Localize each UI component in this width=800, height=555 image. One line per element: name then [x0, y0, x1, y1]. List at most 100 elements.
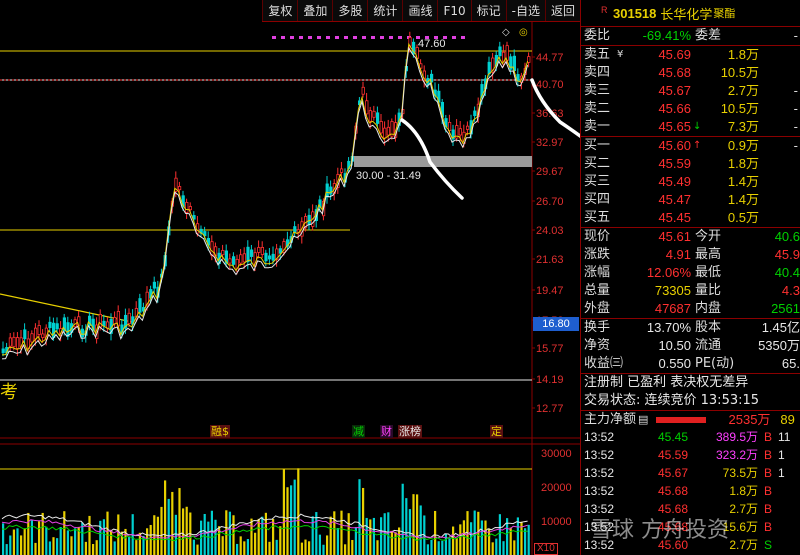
- volume-bar: [45, 526, 48, 555]
- toolbar-button-7[interactable]: -自选: [505, 0, 545, 21]
- tick-row[interactable]: 13:52 45.68 2.7万 B: [581, 500, 800, 518]
- main-flow-row[interactable]: 主力净额 ▤ 2535万 89: [581, 410, 800, 428]
- buy_orders-row: 买四 45.47 1.4万: [581, 191, 800, 209]
- top-marker: [344, 36, 348, 39]
- candle-body: [379, 120, 383, 134]
- event-tag[interactable]: 减: [352, 425, 365, 438]
- toolbar-button-3[interactable]: 统计: [367, 0, 402, 21]
- volume-bar: [59, 527, 62, 555]
- volume-bar: [207, 521, 210, 555]
- diamond-icon[interactable]: ◇: [502, 27, 510, 38]
- event-tag[interactable]: 定: [490, 425, 503, 438]
- sell_orders-row: 卖三 45.67 2.7万 -: [581, 82, 800, 100]
- stock-name: 长华化学: [660, 7, 713, 23]
- sell_orders-price: 45.68: [613, 64, 691, 82]
- tick-row[interactable]: 13:52 45.68 15.6万 B: [581, 518, 800, 536]
- sell_orders-price-text: 45.66: [658, 101, 691, 116]
- sell_orders-price-text: 45.68: [658, 65, 691, 80]
- candle-body: [102, 320, 106, 327]
- volume-bar: [380, 517, 383, 555]
- sell_orders-row: 卖四 45.68 10.5万: [581, 64, 800, 82]
- price-chart[interactable]: 44.7740.7036.6332.9729.6726.7024.0321.63…: [0, 22, 580, 443]
- stat-label: PE(动): [695, 356, 735, 371]
- stat-value: 40.6: [774, 229, 800, 244]
- commission-diff-label: 委差: [695, 28, 722, 43]
- stat-label: 外盘: [584, 301, 611, 316]
- tick-volume: 2.7万: [729, 538, 758, 552]
- tick-row[interactable]: 13:52 45.67 73.5万 B 1: [581, 464, 800, 482]
- tick-side: B: [763, 484, 772, 498]
- tick-price: 45.60: [657, 538, 688, 552]
- candle-body: [41, 333, 45, 338]
- tick-volume: 1.8万: [729, 484, 758, 498]
- stat-value: 12.06%: [646, 265, 691, 280]
- stat-label: 涨跌: [584, 247, 611, 262]
- volume-bar: [484, 520, 487, 555]
- buy_orders-label: 买二: [584, 156, 611, 171]
- toolbar-button-8[interactable]: 返回: [544, 0, 580, 21]
- volume-bar: [293, 479, 296, 555]
- toolbar-button-5[interactable]: F10: [437, 0, 470, 21]
- volume-bar: [365, 517, 368, 555]
- left-edge-text: 考: [0, 382, 18, 403]
- tick-row[interactable]: 13:52 45.59 323.2万 B 1: [581, 446, 800, 464]
- event-tag[interactable]: 融$: [210, 425, 230, 438]
- buy_orders-label: 买三: [584, 174, 611, 189]
- tick-time: 13:52: [584, 430, 615, 444]
- toolbar-button-0[interactable]: 复权: [262, 0, 297, 21]
- stat-row: 外盘 47687 内盘 2561: [581, 300, 800, 318]
- event-tag[interactable]: 财: [380, 425, 393, 438]
- top-marker: [389, 36, 393, 39]
- stat-value: 13.70%: [646, 320, 691, 335]
- candle-body: [106, 321, 110, 329]
- buy_orders-row: 买一 45.60 ↑ 0.9万 -: [581, 137, 800, 155]
- volume-bar: [282, 468, 285, 555]
- volume-chart[interactable]: 30000 20000 10000: [0, 443, 580, 555]
- volume-bar: [452, 526, 455, 555]
- tick-row[interactable]: 13:52 45.68 1.8万 B: [581, 482, 800, 500]
- event-tag[interactable]: 涨榜: [398, 425, 422, 438]
- volume-bar: [527, 524, 530, 555]
- volume-bar: [254, 532, 257, 555]
- volume-bar: [419, 505, 422, 555]
- volume-bar: [376, 540, 379, 555]
- candle-body: [264, 252, 268, 262]
- stat-label: 流通: [695, 338, 722, 353]
- volume-bar: [462, 520, 465, 555]
- volume-bar: [459, 524, 462, 555]
- volume-bar: [23, 528, 26, 555]
- candle-body: [383, 127, 387, 139]
- volume-bar: [52, 537, 55, 555]
- toolbar-button-6[interactable]: 标记: [470, 0, 506, 21]
- candle-body: [210, 241, 214, 256]
- candle-body: [293, 226, 297, 234]
- candle-body: [249, 249, 254, 257]
- volume-bar: [455, 537, 458, 555]
- tick-list[interactable]: 13:52 45.45 389.5万 B 11 13:52 45.59 323.2万 B 1 13:…: [581, 428, 800, 554]
- tick-row[interactable]: 13:52 45.45 389.5万 B 11: [581, 428, 800, 446]
- volume-bar: [412, 494, 415, 555]
- sell_orders-volume: 10.5万: [720, 101, 759, 116]
- toolbar-button-4[interactable]: 画线: [402, 0, 437, 21]
- candle-body: [372, 110, 376, 118]
- volume-bar: [34, 542, 37, 555]
- kline-chart-area[interactable]: 复权 叠加 多股 统计 画线 F10 标记 -自选 返回 44.77 40.70 36.63 32.9…: [0, 0, 580, 555]
- price-axis-label: 32.97: [536, 137, 564, 149]
- top-marker: [281, 36, 285, 39]
- stat-value: 2561: [771, 301, 800, 316]
- toolbar-button-1[interactable]: 叠加: [297, 0, 332, 21]
- volume-bar: [232, 515, 235, 555]
- volume-bar: [135, 540, 138, 555]
- info-line: 交易状态: 连续竞价 13:53:15: [584, 393, 760, 408]
- volume-bar: [106, 511, 109, 555]
- tick-row[interactable]: 13:52 45.60 2.7万 S: [581, 536, 800, 554]
- volume-bar: [48, 541, 51, 555]
- tick-price: 45.68: [657, 520, 688, 534]
- volume-bar: [228, 511, 231, 555]
- volume-bar: [315, 512, 318, 555]
- sell_orders-price-text: 45.65: [658, 119, 691, 134]
- circle-icon[interactable]: ◎: [519, 27, 528, 38]
- buy_orders-volume: 1.4万: [727, 174, 759, 189]
- menu-icon[interactable]: ▤: [638, 411, 648, 429]
- toolbar-button-2[interactable]: 多股: [332, 0, 367, 21]
